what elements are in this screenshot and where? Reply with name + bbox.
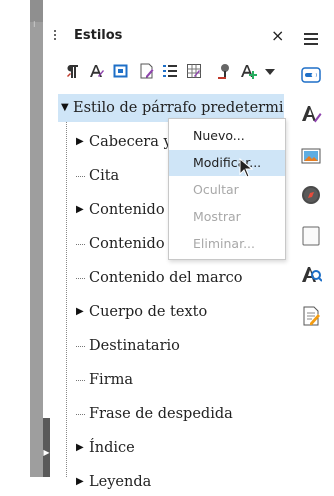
sidebar-splitter[interactable] (30, 0, 43, 477)
tree-item-label: Cuerpo de texto (89, 304, 208, 320)
fill-format-mode-icon[interactable] (215, 62, 233, 80)
list-styles-icon[interactable] (161, 62, 179, 80)
gallery-icon[interactable] (300, 145, 322, 167)
tree-item-label: Leyenda (89, 474, 152, 490)
collapse-arrow-icon[interactable]: ▼ (61, 94, 71, 122)
grip-icon: ⁝ (33, 20, 36, 29)
tree-item-label: Cita (89, 168, 120, 184)
document-edge (0, 0, 30, 477)
deck-grip-icon[interactable] (52, 28, 58, 46)
menu-item-label: Nuevo... (193, 128, 245, 143)
menu-item-hide: Ocultar (169, 177, 285, 203)
table-styles-icon[interactable] (185, 62, 203, 80)
tree-connector (76, 278, 85, 279)
expand-arrow-icon[interactable]: ▶ (76, 434, 86, 462)
tree-item[interactable]: Contenido del marco (58, 264, 284, 292)
tree-item[interactable]: ▶ Leyenda (58, 468, 284, 496)
menu-icon[interactable] (300, 28, 322, 50)
tree-item-label: Destinatario (89, 338, 180, 354)
collapse-arrow-icon[interactable]: ▶ (43, 448, 50, 458)
menu-item-modify[interactable]: Modificar... (169, 150, 285, 176)
menu-item-label: Eliminar... (193, 236, 255, 251)
splitter-top (30, 0, 43, 22)
menu-item-label: Mostrar (193, 209, 241, 224)
mouse-cursor-icon (239, 158, 253, 178)
page-styles-icon[interactable] (137, 62, 155, 80)
manage-changes-icon[interactable] (300, 305, 322, 327)
sidebar-tabbar (295, 0, 334, 477)
menu-item-delete: Eliminar... (169, 231, 285, 257)
navigator-icon[interactable] (300, 184, 322, 206)
properties-icon[interactable] (300, 64, 322, 86)
expand-arrow-icon[interactable]: ▶ (76, 128, 86, 156)
expand-arrow-icon[interactable]: ▶ (76, 298, 86, 326)
tree-item-label: Firma (89, 372, 134, 388)
paragraph-styles-icon[interactable] (63, 62, 81, 80)
tree-item[interactable]: Frase de despedida (58, 400, 284, 428)
context-menu: Nuevo... Modificar... Ocultar Mostrar Elimin… (168, 118, 286, 260)
page-icon[interactable] (300, 225, 322, 247)
tree-item[interactable]: Destinatario (58, 332, 284, 360)
tree-connector (76, 244, 85, 245)
tree-connector (76, 380, 85, 381)
character-styles-icon[interactable] (87, 62, 105, 80)
styles-icon[interactable] (300, 103, 322, 125)
tree-connector (76, 414, 85, 415)
tree-item[interactable]: ▶ Índice (58, 434, 284, 462)
tree-guide-line (66, 122, 67, 477)
expand-arrow-icon[interactable]: ▶ (76, 468, 86, 496)
tree-item-label: Índice (89, 440, 135, 456)
menu-item-label: Ocultar (193, 182, 239, 197)
tree-item[interactable]: Firma (58, 366, 284, 394)
new-style-icon[interactable] (239, 62, 257, 80)
expand-arrow-icon[interactable]: ▶ (76, 196, 86, 224)
tree-item-label: Frase de despedida (89, 406, 233, 422)
tree-item[interactable]: ▶ Cuerpo de texto (58, 298, 284, 326)
styles-toolbar (63, 62, 283, 82)
style-inspector-icon[interactable] (300, 264, 322, 286)
tree-item-label: Contenido del marco (89, 270, 243, 286)
tree-connector (76, 176, 85, 177)
menu-item-new[interactable]: Nuevo... (169, 123, 285, 149)
tree-connector (76, 346, 85, 347)
menu-item-show: Mostrar (169, 204, 285, 230)
deck-title: Estilos (74, 28, 123, 43)
close-icon[interactable]: × (271, 27, 284, 45)
frame-styles-icon[interactable] (112, 62, 130, 80)
style-actions-dropdown-icon[interactable] (261, 62, 279, 80)
